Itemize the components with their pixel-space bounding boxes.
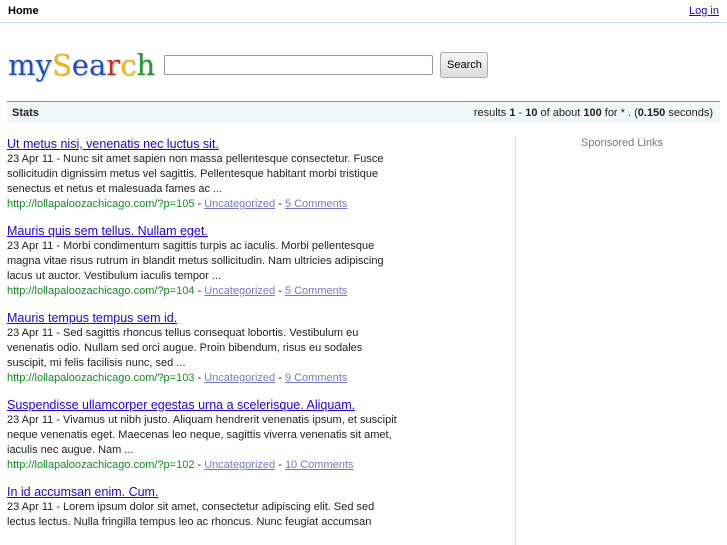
- result-snippet: 23 Apr 11 - Morbi condimentum sagittis t…: [7, 240, 384, 282]
- stats-label: Stats: [12, 106, 39, 119]
- result-comments-link[interactable]: 9 Comments: [285, 372, 347, 384]
- result-title-link[interactable]: Mauris quis sem tellus. Nullam eget.: [7, 224, 402, 239]
- logo[interactable]: mySearch: [8, 50, 155, 80]
- logo-letter: h: [136, 48, 156, 82]
- stats-bar: Stats results 1 - 10 of about 100 for * …: [7, 101, 720, 123]
- result-url: http://lollapaloozachicago.com/?p=102: [7, 459, 195, 471]
- login-link[interactable]: Log in: [689, 5, 719, 17]
- result-title-link[interactable]: Suspendisse ullamcorper egestas urna a s…: [7, 398, 402, 413]
- result-item: Mauris tempus tempus sem id. 23 Apr 11 -…: [7, 311, 402, 386]
- search-button[interactable]: Search: [440, 52, 489, 78]
- results-list: Ut metus nisi, venenatis nec luctus sit.…: [7, 137, 402, 542]
- search-row: mySearch Search: [8, 50, 489, 80]
- result-comments-link[interactable]: 5 Comments: [285, 198, 347, 210]
- home-link[interactable]: Home: [8, 5, 39, 17]
- sidebar: Sponsored Links: [515, 136, 727, 545]
- result-meta: http://lollapaloozachicago.com/?p=103 - …: [7, 372, 348, 384]
- results-summary: results 1 - 10 of about 100 for * . (0.1…: [473, 106, 713, 119]
- result-category-link[interactable]: Uncategorized: [204, 459, 275, 471]
- sponsored-links-heading: Sponsored Links: [581, 137, 663, 149]
- result-url: http://lollapaloozachicago.com/?p=103: [7, 372, 195, 384]
- result-category-link[interactable]: Uncategorized: [204, 285, 275, 297]
- result-item: Mauris quis sem tellus. Nullam eget. 23 …: [7, 224, 402, 299]
- result-item: Suspendisse ullamcorper egestas urna a s…: [7, 398, 402, 473]
- result-snippet: 23 Apr 11 - Vivamus ut nibh justo. Aliqu…: [7, 414, 397, 456]
- logo-letter: m: [8, 48, 36, 82]
- logo-letter: y: [35, 48, 52, 82]
- result-meta: http://lollapaloozachicago.com/?p=104 - …: [7, 285, 348, 297]
- logo-letter: c: [120, 48, 137, 82]
- top-bar: Home Log in: [0, 0, 727, 23]
- result-title-link[interactable]: Ut metus nisi, venenatis nec luctus sit.: [7, 137, 402, 152]
- result-title-link[interactable]: In id accumsan enim. Cum.: [7, 485, 402, 500]
- result-snippet: 23 Apr 11 - Sed sagittis rhoncus tellus …: [7, 327, 363, 369]
- result-item: Ut metus nisi, venenatis nec luctus sit.…: [7, 137, 402, 212]
- result-category-link[interactable]: Uncategorized: [204, 372, 275, 384]
- result-category-link[interactable]: Uncategorized: [204, 198, 275, 210]
- result-meta: http://lollapaloozachicago.com/?p=102 - …: [7, 459, 354, 471]
- logo-letter: a: [88, 48, 107, 82]
- result-url: http://lollapaloozachicago.com/?p=105: [7, 198, 195, 210]
- logo-letter: e: [71, 48, 89, 82]
- result-snippet: 23 Apr 11 - Lorem ipsum dolor sit amet, …: [7, 501, 375, 528]
- result-item: In id accumsan enim. Cum. 23 Apr 11 - Lo…: [7, 485, 402, 530]
- result-comments-link[interactable]: 5 Comments: [285, 285, 347, 297]
- result-comments-link[interactable]: 10 Comments: [285, 459, 353, 471]
- result-snippet: 23 Apr 11 - Nunc sit amet sapien non mas…: [7, 153, 384, 195]
- search-input[interactable]: [164, 55, 434, 75]
- result-meta: http://lollapaloozachicago.com/?p=105 - …: [7, 198, 348, 210]
- result-url: http://lollapaloozachicago.com/?p=104: [7, 285, 195, 297]
- logo-letter: r: [106, 48, 121, 82]
- logo-letter: S: [51, 48, 72, 82]
- result-title-link[interactable]: Mauris tempus tempus sem id.: [7, 311, 402, 326]
